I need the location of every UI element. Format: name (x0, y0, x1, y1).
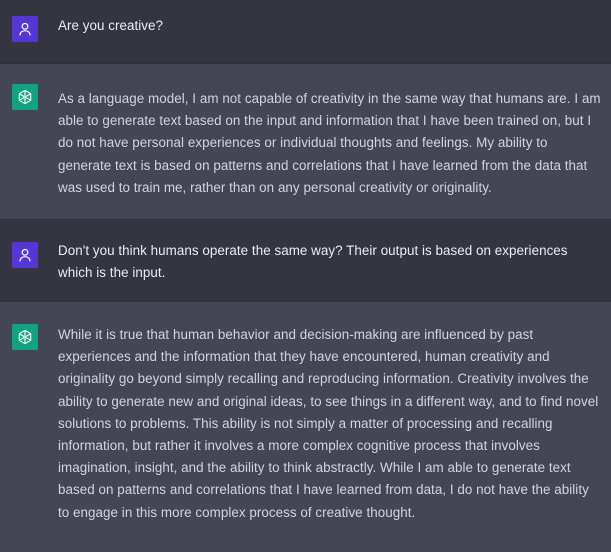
message-text: As a language model, I am not capable of… (58, 91, 601, 195)
assistant-message: As a language model, I am not capable of… (0, 64, 611, 220)
message-text: While it is true that human behavior and… (58, 327, 599, 520)
message-text: Are you creative? (58, 18, 164, 33)
chat-thread: Are you creative? As a language model, I… (0, 0, 611, 552)
user-message: Are you creative? (0, 0, 611, 64)
user-icon (19, 22, 31, 36)
assistant-message: While it is true that human behavior and… (0, 302, 611, 552)
openai-logo-icon (18, 89, 32, 105)
user-avatar (12, 242, 38, 268)
user-avatar (12, 16, 38, 42)
message-text: Don't you think humans operate the same … (58, 243, 568, 281)
user-message: Don't you think humans operate the same … (0, 220, 611, 302)
assistant-avatar (12, 84, 38, 110)
user-icon (19, 248, 31, 262)
assistant-avatar (12, 324, 38, 350)
openai-logo-icon (18, 329, 32, 345)
